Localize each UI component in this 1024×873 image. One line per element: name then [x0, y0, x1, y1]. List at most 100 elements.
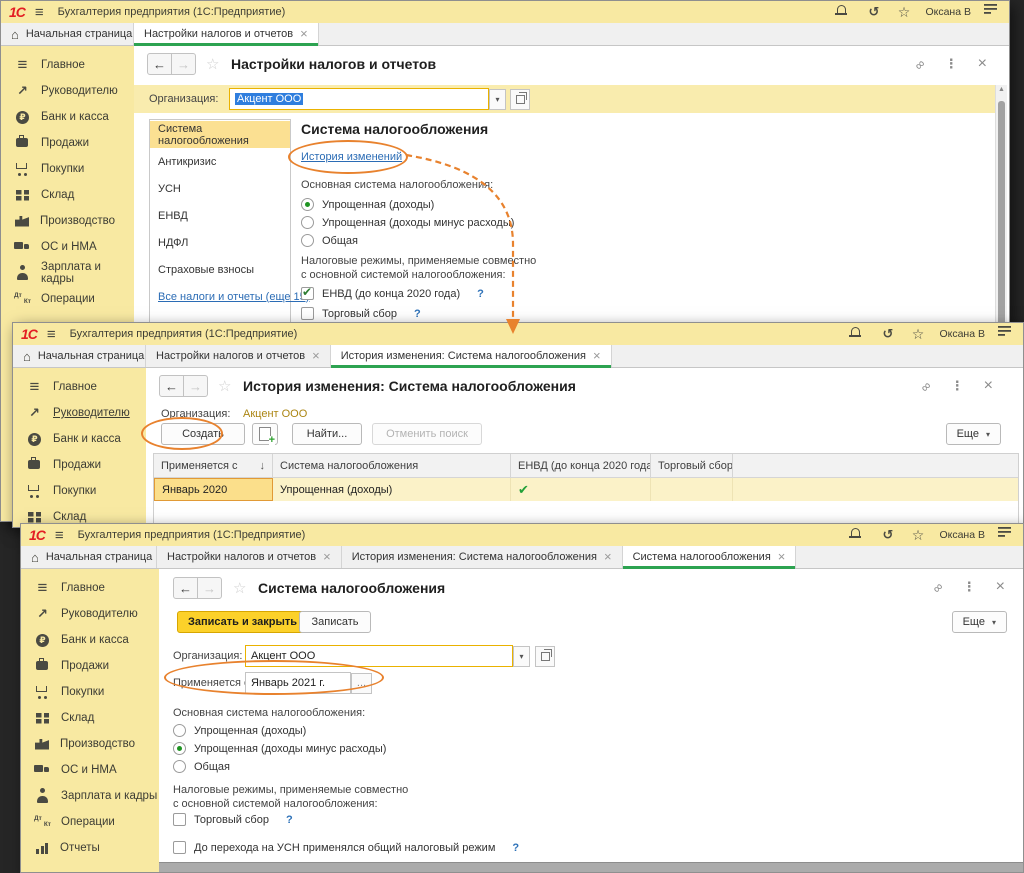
tab-close-icon[interactable] [593, 349, 601, 363]
user-name[interactable]: Оксана В [925, 6, 971, 18]
radio-option[interactable]: Упрощенная (доходы минус расходы) [173, 742, 386, 755]
history-icon[interactable] [865, 4, 882, 20]
org-dropdown-button[interactable] [489, 89, 506, 110]
tab-home[interactable]: Начальная страница [21, 546, 157, 568]
back-button[interactable] [159, 375, 184, 397]
sidebar-item[interactable]: Банк и касса [1, 104, 134, 130]
all-taxes-link[interactable]: Все налоги и отчеты (еще 15) [158, 291, 309, 303]
sidebar-item[interactable]: Покупки [1, 156, 134, 182]
history-icon[interactable] [879, 326, 896, 342]
org-input[interactable]: Акцент ООО [245, 645, 513, 667]
more-dots-icon[interactable] [945, 56, 958, 72]
document-tab[interactable]: История изменения: Система налогообложен… [331, 345, 612, 367]
close-window-icon[interactable] [978, 56, 987, 72]
forward-button[interactable] [171, 53, 196, 75]
sidebar-item[interactable]: Продажи [21, 653, 159, 679]
tax-section-item[interactable]: НДФЛ [150, 229, 290, 256]
hamburger-icon[interactable] [55, 528, 64, 543]
col-trade-fee[interactable]: Торговый сбор [651, 454, 733, 477]
sidebar-item[interactable]: Главное [1, 52, 134, 78]
sidebar-item[interactable]: ОС и НМА [21, 757, 159, 783]
hamburger-icon[interactable] [35, 5, 44, 20]
col-envd[interactable]: ЕНВД (до конца 2020 года) [511, 454, 651, 477]
bell-icon[interactable] [849, 326, 866, 342]
document-tab[interactable]: Настройки налогов и отчетов [157, 546, 342, 568]
help-mark[interactable]: ? [512, 842, 519, 854]
cell-envd[interactable] [511, 478, 651, 501]
more-button[interactable]: Еще [946, 423, 1001, 445]
sidebar-item[interactable]: Главное [21, 575, 159, 601]
service-menu-icon[interactable] [998, 527, 1015, 543]
bell-icon[interactable] [849, 527, 866, 543]
help-mark[interactable]: ? [414, 308, 421, 320]
back-button[interactable] [147, 53, 172, 75]
cancel-search-button[interactable]: Отменить поиск [372, 423, 482, 445]
create-button[interactable]: Создать [161, 423, 245, 445]
sidebar-item[interactable]: Склад [21, 705, 159, 731]
tab-home[interactable]: Начальная страница [13, 345, 146, 367]
user-name[interactable]: Оксана В [939, 328, 985, 340]
sidebar-item[interactable]: Производство [21, 731, 159, 757]
document-tab[interactable]: Система налогообложения [623, 546, 797, 568]
sidebar-item[interactable]: Зарплата и кадры [21, 783, 159, 809]
sidebar-item[interactable]: Руководителю [13, 400, 146, 426]
get-link-icon[interactable] [918, 378, 934, 394]
tab-close-icon[interactable] [604, 550, 612, 564]
sidebar-item[interactable]: Операции [21, 809, 159, 835]
radio-option[interactable]: Общая [173, 760, 230, 773]
tab-close-icon[interactable] [300, 27, 308, 41]
tab-close-icon[interactable] [778, 550, 786, 564]
tax-section-item[interactable]: УСН [150, 175, 290, 202]
sidebar-item[interactable]: Продажи [1, 130, 134, 156]
create-copy-button[interactable] [252, 423, 278, 445]
sidebar-item[interactable]: Банк и касса [21, 627, 159, 653]
col-applies-from[interactable]: Применяется с [154, 454, 273, 477]
forward-button[interactable] [197, 577, 222, 599]
find-button[interactable]: Найти... [292, 423, 362, 445]
org-open-button[interactable] [510, 89, 530, 110]
sidebar-item[interactable]: Склад [1, 182, 134, 208]
more-button[interactable]: Еще [952, 611, 1007, 633]
scroll-up-icon[interactable]: ▲ [998, 86, 1005, 93]
tab-close-icon[interactable] [312, 349, 320, 363]
favorites-star-icon[interactable] [909, 527, 926, 543]
radio-option[interactable]: Упрощенная (доходы минус расходы) [301, 216, 514, 229]
favorite-toggle-star-icon[interactable] [233, 579, 246, 597]
radio-option[interactable]: Упрощенная (доходы) [301, 198, 434, 211]
document-tab[interactable]: История изменения: Система налогообложен… [342, 546, 623, 568]
sidebar-item[interactable]: Руководителю [1, 78, 134, 104]
user-name[interactable]: Оксана В [939, 529, 985, 541]
tax-section-item[interactable]: Антикризис [150, 148, 290, 175]
more-dots-icon[interactable] [951, 378, 964, 394]
help-mark[interactable]: ? [286, 814, 293, 826]
radio-option[interactable]: Общая [301, 234, 358, 247]
sidebar-item[interactable]: Покупки [21, 679, 159, 705]
history-icon[interactable] [879, 527, 896, 543]
tab-close-icon[interactable] [323, 550, 331, 564]
forward-button[interactable] [183, 375, 208, 397]
get-link-icon[interactable] [930, 579, 946, 595]
sidebar-item[interactable]: Производство [1, 208, 134, 234]
col-tax-system[interactable]: Система налогообложения [273, 454, 511, 477]
cell-applies-from[interactable]: Январь 2020 [154, 478, 273, 501]
sidebar-item[interactable]: Зарплата и кадры [1, 260, 134, 286]
checkbox-option[interactable]: Торговый сбор ? [173, 813, 293, 826]
document-tab[interactable]: Настройки налогов и отчетов [134, 23, 319, 45]
tax-section-item[interactable]: ЕНВД [150, 202, 290, 229]
favorites-star-icon[interactable] [909, 326, 926, 342]
favorite-toggle-star-icon[interactable] [218, 377, 231, 395]
tax-section-item[interactable]: Страховые взносы [150, 256, 290, 283]
hamburger-icon[interactable] [47, 327, 56, 342]
org-dropdown-button[interactable] [513, 646, 530, 667]
checkbox-option[interactable]: До перехода на УСН применялся общий нало… [173, 841, 519, 854]
org-open-button[interactable] [535, 646, 555, 667]
bell-icon[interactable] [835, 4, 852, 20]
favorite-toggle-star-icon[interactable] [206, 55, 219, 73]
sidebar-item[interactable]: Продажи [13, 452, 146, 478]
applies-ellipsis-button[interactable]: ... [351, 673, 372, 694]
history-link[interactable]: История изменений [301, 151, 402, 163]
cell-tax-system[interactable]: Упрощенная (доходы) [273, 478, 511, 501]
get-link-icon[interactable] [912, 56, 928, 72]
more-dots-icon[interactable] [963, 579, 976, 595]
service-menu-icon[interactable] [984, 4, 1001, 20]
